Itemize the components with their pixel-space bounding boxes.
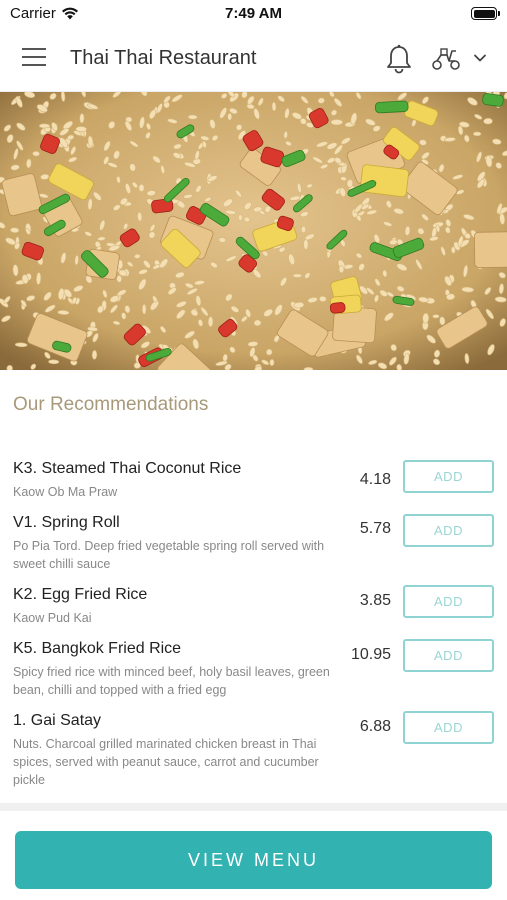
item-description: Po Pia Tord. Deep fried vegetable spring…	[13, 539, 325, 571]
section-divider	[0, 803, 507, 811]
item-description: Kaow Pud Kai	[13, 611, 92, 625]
item-name: 1. Gai Satay	[13, 712, 102, 729]
item-description: Kaow Ob Ma Praw	[13, 485, 118, 499]
add-button[interactable]: ADD	[403, 711, 494, 744]
add-button[interactable]: ADD	[403, 639, 494, 672]
status-time: 7:49 AM	[225, 5, 282, 22]
item-name: K5. Bangkok Fried Rice	[13, 640, 182, 657]
item-price: 3.85	[359, 592, 391, 609]
recommendations-heading: Our Recommendations	[13, 394, 209, 415]
fried-rice-photo	[0, 92, 507, 370]
menu-icon[interactable]	[22, 48, 48, 70]
battery-icon	[471, 7, 500, 20]
item-name: K2. Egg Fried Rice	[13, 586, 148, 603]
item-price: 4.18	[359, 471, 391, 488]
add-button[interactable]: ADD	[403, 460, 494, 493]
add-button[interactable]: ADD	[403, 585, 494, 618]
app-header: Thai Thai Restaurant	[0, 28, 507, 92]
item-description: Spicy fried rice with minced beef, holy …	[13, 665, 330, 697]
item-description: Nuts. Charcoal grilled marinated chicken…	[13, 737, 319, 787]
restaurant-title: Thai Thai Restaurant	[70, 47, 257, 69]
status-bar: Carrier 7:49 AM	[0, 0, 507, 28]
item-name: V1. Spring Roll	[13, 514, 120, 531]
delivery-scooter-icon[interactable]	[430, 46, 462, 72]
item-price: 6.88	[359, 718, 391, 735]
bell-icon[interactable]	[385, 44, 413, 74]
chevron-down-icon[interactable]	[472, 50, 488, 66]
item-name: K3. Steamed Thai Coconut Rice	[13, 460, 242, 477]
item-price: 5.78	[359, 520, 391, 537]
view-menu-button[interactable]: VIEW MENU	[15, 831, 492, 889]
fried-rice-illustration	[0, 92, 507, 370]
add-button[interactable]: ADD	[403, 514, 494, 547]
item-price: 10.95	[350, 646, 391, 663]
